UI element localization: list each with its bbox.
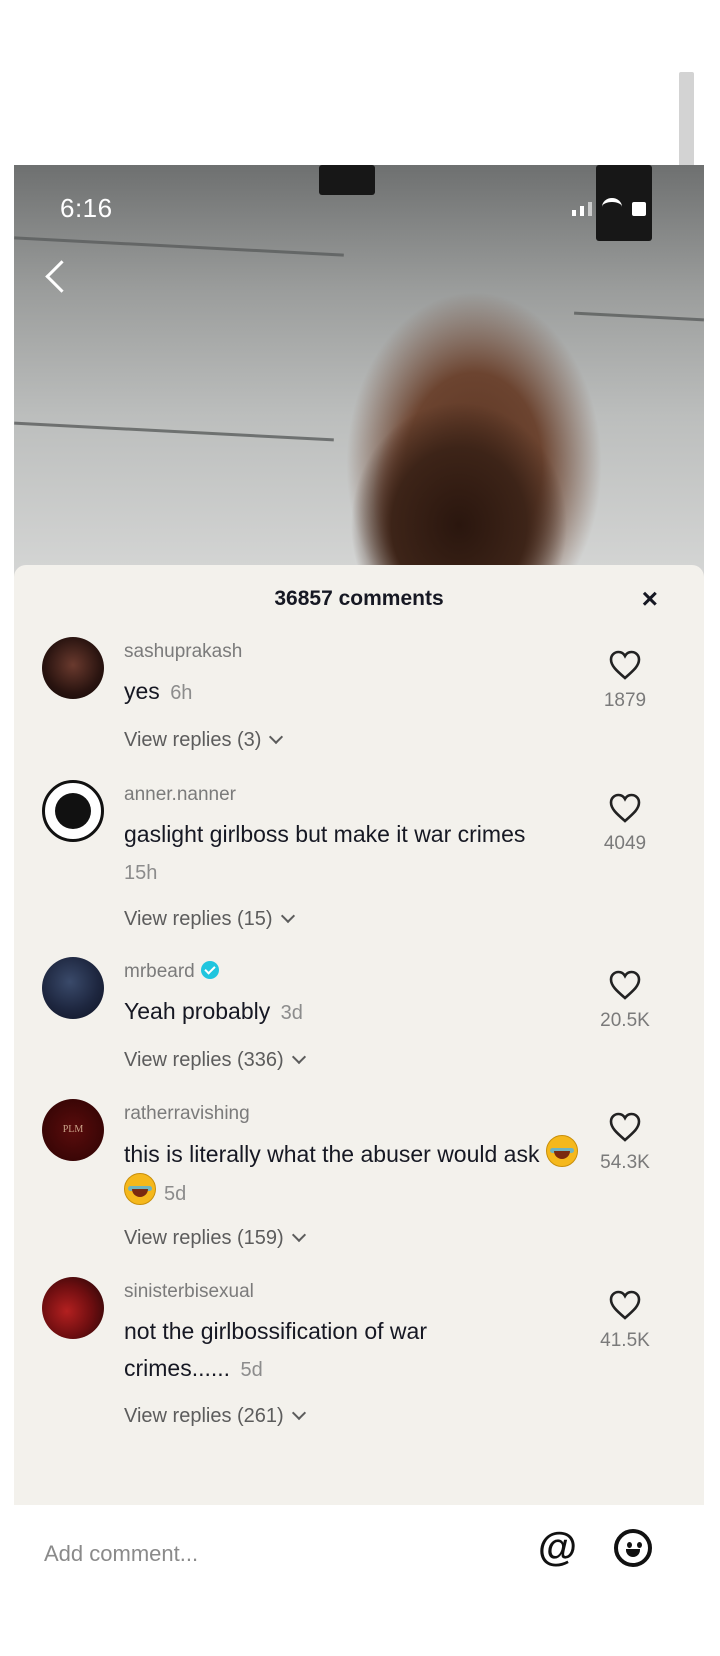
- wifi-icon: [602, 198, 622, 216]
- like-button[interactable]: 1879: [590, 649, 660, 712]
- comment-body: this is literally what the abuser would …: [124, 1141, 540, 1167]
- avatar-logo-text: PLM: [62, 1124, 84, 1135]
- comment-composer: @: [14, 1505, 704, 1605]
- view-replies-label: View replies (159): [124, 1227, 284, 1249]
- avatar[interactable]: [42, 1277, 104, 1339]
- laughing-crying-emoji-icon: [124, 1173, 156, 1205]
- signal-icon: [572, 210, 576, 216]
- comment-time: 6h: [170, 682, 193, 704]
- signal-icon: [588, 202, 592, 216]
- smile-mouth: [626, 1549, 640, 1557]
- chevron-down-icon: [291, 1049, 306, 1065]
- heart-icon: [609, 650, 641, 680]
- avatar[interactable]: [42, 957, 104, 1019]
- comment-username[interactable]: ratherravishing: [124, 1103, 250, 1125]
- comment-body: Yeah probably: [124, 998, 271, 1024]
- like-count: 4049: [603, 833, 647, 854]
- comment-time: 15h: [124, 862, 158, 884]
- view-replies-button[interactable]: View replies (336): [124, 1049, 306, 1072]
- like-count: 20.5K: [600, 1010, 650, 1031]
- view-replies-label: View replies (336): [124, 1049, 284, 1071]
- username-label: mrbeard: [124, 961, 195, 982]
- status-icons: [572, 198, 646, 216]
- comment-text: gaslight girlboss but make it war crimes…: [124, 816, 614, 892]
- comment-username[interactable]: sinisterbisexual: [124, 1281, 254, 1303]
- avatar[interactable]: [42, 637, 104, 699]
- comment-time: 3d: [280, 1002, 303, 1024]
- chevron-down-icon: [291, 1405, 306, 1421]
- heart-icon: [609, 793, 641, 823]
- emoji-smile-icon[interactable]: [614, 1529, 652, 1567]
- mention-at-icon[interactable]: @: [538, 1527, 577, 1567]
- smile-eye: [627, 1542, 632, 1548]
- fist-icon: [55, 793, 91, 829]
- wall-line: [14, 421, 334, 442]
- comment-username[interactable]: sashuprakash: [124, 641, 242, 663]
- comment-time: 5d: [164, 1183, 187, 1205]
- wall-line: [574, 311, 704, 322]
- view-replies-label: View replies (3): [124, 729, 262, 751]
- signal-icon: [580, 206, 584, 216]
- like-button[interactable]: 41.5K: [590, 1289, 660, 1352]
- ceiling-fixture: [319, 165, 375, 195]
- comment-body: yes: [124, 678, 160, 704]
- battery-icon: [632, 202, 646, 216]
- comment-username[interactable]: mrbeard: [124, 961, 219, 983]
- view-replies-button[interactable]: View replies (159): [124, 1227, 306, 1250]
- view-replies-button[interactable]: View replies (15): [124, 908, 295, 931]
- view-replies-button[interactable]: View replies (3): [124, 729, 284, 752]
- avatar[interactable]: [42, 780, 104, 842]
- verified-badge-icon: [200, 961, 219, 979]
- comment-text: Yeah probably 3d: [124, 993, 604, 1032]
- like-count: 1879: [603, 690, 647, 711]
- comment-text: not the girlbossification of war crimes.…: [124, 1313, 524, 1389]
- heart-icon: [609, 970, 641, 1000]
- view-replies-label: View replies (261): [124, 1405, 284, 1427]
- add-comment-input[interactable]: [42, 1533, 486, 1575]
- comment-text: this is literally what the abuser would …: [124, 1135, 584, 1213]
- smile-eye: [637, 1542, 642, 1548]
- heart-icon: [609, 1112, 641, 1142]
- back-arrow-icon[interactable]: [45, 260, 78, 293]
- video-background: 6:16: [14, 165, 704, 585]
- avatar[interactable]: PLM: [42, 1099, 104, 1161]
- view-replies-label: View replies (15): [124, 908, 273, 930]
- like-count: 41.5K: [600, 1330, 650, 1351]
- comment-username[interactable]: anner.nanner: [124, 784, 236, 806]
- wall-line: [14, 236, 344, 257]
- chevron-down-icon: [280, 908, 295, 924]
- close-icon[interactable]: ×: [642, 583, 658, 615]
- laughing-crying-emoji-icon: [545, 1135, 578, 1167]
- heart-icon: [609, 1290, 641, 1320]
- comments-count-title: 36857 comments: [274, 587, 444, 610]
- comment-text: yes 6h: [124, 673, 604, 712]
- like-button[interactable]: 20.5K: [590, 969, 660, 1032]
- chevron-down-icon: [269, 729, 284, 745]
- chevron-down-icon: [291, 1227, 306, 1243]
- comments-panel: 36857 comments × sashuprakash yes 6h Vie…: [14, 565, 704, 1505]
- view-replies-button[interactable]: View replies (261): [124, 1405, 306, 1428]
- comment-time: 5d: [240, 1359, 263, 1381]
- status-time: 6:16: [60, 193, 113, 223]
- like-button[interactable]: 4049: [590, 792, 660, 855]
- comment-body: gaslight girlboss but make it war crimes: [124, 821, 526, 847]
- like-count: 54.3K: [600, 1152, 650, 1173]
- comment-body: not the girlbossification of war crimes.…: [124, 1318, 427, 1381]
- like-button[interactable]: 54.3K: [590, 1111, 660, 1174]
